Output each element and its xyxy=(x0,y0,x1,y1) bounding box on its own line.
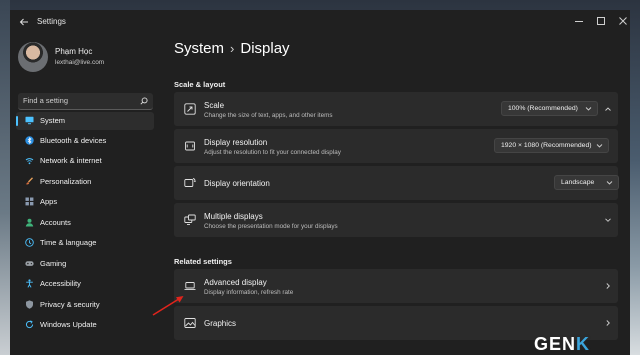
orientation-dropdown-value: Landscape xyxy=(561,179,595,186)
sidebar-item-personalization[interactable]: Personalization xyxy=(16,173,154,191)
desktop-background xyxy=(0,0,10,355)
sidebar-item-label: System xyxy=(40,116,66,125)
resolution-dropdown[interactable]: 1920 × 1080 (Recommended) xyxy=(494,138,609,153)
window-title: Settings xyxy=(37,17,66,26)
chevron-down-icon xyxy=(606,181,613,185)
sidebar-item-time-language[interactable]: Time & language xyxy=(16,234,154,252)
sidebar-item-accessibility[interactable]: Accessibility xyxy=(16,275,154,293)
display-resolution-row: Display resolution Adjust the resolution… xyxy=(174,129,618,163)
chevron-down-icon xyxy=(596,144,603,148)
avatar[interactable] xyxy=(18,42,48,72)
maximize-icon xyxy=(597,17,605,25)
breadcrumb-separator: › xyxy=(230,41,235,56)
scale-dropdown-value: 100% (Recommended) xyxy=(508,105,578,112)
resolution-title: Display resolution xyxy=(204,138,268,147)
sidebar-item-label: Personalization xyxy=(40,177,92,186)
chevron-right-icon xyxy=(606,283,610,289)
search-placeholder: Find a setting xyxy=(23,96,69,105)
title-bar: Settings xyxy=(10,10,630,34)
sidebar-item-label: Gaming xyxy=(40,259,67,268)
sidebar-item-label: Bluetooth & devices xyxy=(40,136,107,145)
scale-subtitle: Change the size of text, apps, and other… xyxy=(204,112,333,119)
scale-dropdown[interactable]: 100% (Recommended) xyxy=(501,101,598,116)
accessibility-icon xyxy=(26,279,33,288)
network-icon xyxy=(25,158,34,165)
gamepad-icon xyxy=(25,261,34,266)
breadcrumb: System › Display xyxy=(174,40,290,57)
breadcrumb-parent[interactable]: System xyxy=(174,40,224,57)
orientation-icon xyxy=(184,178,196,187)
chevron-right-icon xyxy=(606,320,610,326)
search-input[interactable]: Find a setting xyxy=(18,93,153,110)
bluetooth-icon xyxy=(25,136,34,145)
sidebar-item-windows-update[interactable]: Windows Update xyxy=(16,316,154,334)
user-email: lexthai@live.com xyxy=(55,59,105,66)
sidebar-item-system[interactable]: System xyxy=(16,112,154,130)
person-icon xyxy=(25,218,34,227)
back-arrow-icon[interactable] xyxy=(18,16,30,28)
sidebar-item-label: Accessibility xyxy=(40,279,81,288)
sidebar-item-label: Time & language xyxy=(40,238,97,247)
settings-window: Settings Phạm Học lexthai@live.com Find … xyxy=(10,10,630,355)
watermark-main: GEN xyxy=(534,334,577,354)
maximize-button[interactable] xyxy=(594,14,608,28)
watermark-accent: K xyxy=(576,334,591,354)
apps-icon xyxy=(25,197,34,206)
user-name: Phạm Học xyxy=(55,47,93,56)
scale-icon xyxy=(184,103,196,115)
multiple-displays-subtitle: Choose the presentation mode for your di… xyxy=(204,223,338,230)
advanced-display-subtitle: Display information, refresh rate xyxy=(204,289,294,296)
update-icon xyxy=(25,320,34,329)
resolution-dropdown-value: 1920 × 1080 (Recommended) xyxy=(501,142,592,149)
sidebar-item-accounts[interactable]: Accounts xyxy=(16,214,154,232)
sidebar-item-bluetooth[interactable]: Bluetooth & devices xyxy=(16,132,154,150)
sidebar-item-privacy-security[interactable]: Privacy & security xyxy=(16,296,154,314)
multiple-displays-icon xyxy=(184,214,196,225)
scale-setting-row: Scale Change the size of text, apps, and… xyxy=(174,92,618,126)
multiple-displays-title: Multiple displays xyxy=(204,212,263,221)
monitor-icon xyxy=(25,116,34,125)
advanced-display-row[interactable]: Advanced display Display information, re… xyxy=(174,269,618,303)
multiple-displays-row[interactable]: Multiple displays Choose the presentatio… xyxy=(174,203,618,237)
section-heading-related-settings: Related settings xyxy=(174,257,232,266)
section-heading-scale-layout: Scale & layout xyxy=(174,80,226,89)
orientation-dropdown[interactable]: Landscape xyxy=(554,175,619,190)
globe-clock-icon xyxy=(25,238,34,247)
shield-icon xyxy=(26,300,33,309)
chevron-down-icon xyxy=(585,107,592,111)
graphics-title: Graphics xyxy=(204,319,237,328)
sidebar-item-label: Apps xyxy=(40,197,58,206)
selection-indicator xyxy=(16,116,18,126)
chevron-down-icon xyxy=(605,218,611,222)
search-icon xyxy=(140,97,148,105)
close-button[interactable] xyxy=(616,14,630,28)
scale-title: Scale xyxy=(204,101,225,110)
sidebar-item-label: Windows Update xyxy=(40,320,97,329)
resolution-subtitle: Adjust the resolution to fit your connec… xyxy=(204,149,341,156)
brush-icon xyxy=(26,177,34,185)
minimize-icon xyxy=(575,21,583,22)
close-icon xyxy=(619,17,627,25)
display-orientation-row: Display orientation Landscape xyxy=(174,166,619,200)
graphics-icon xyxy=(184,318,196,328)
sidebar-item-label: Accounts xyxy=(40,218,71,227)
minimize-button[interactable] xyxy=(572,14,586,28)
sidebar-item-network[interactable]: Network & internet xyxy=(16,152,154,170)
advanced-display-title: Advanced display xyxy=(204,278,267,287)
resolution-icon xyxy=(185,141,195,151)
genk-watermark: GENK xyxy=(534,334,590,355)
sidebar-item-label: Network & internet xyxy=(40,156,102,165)
sidebar-item-label: Privacy & security xyxy=(40,300,100,309)
annotation-arrow xyxy=(152,296,184,316)
orientation-title: Display orientation xyxy=(204,179,270,188)
page-title: Display xyxy=(240,40,290,57)
sidebar-item-gaming[interactable]: Gaming xyxy=(16,255,154,273)
chevron-up-icon[interactable] xyxy=(604,105,612,113)
sidebar-item-apps[interactable]: Apps xyxy=(16,193,154,211)
